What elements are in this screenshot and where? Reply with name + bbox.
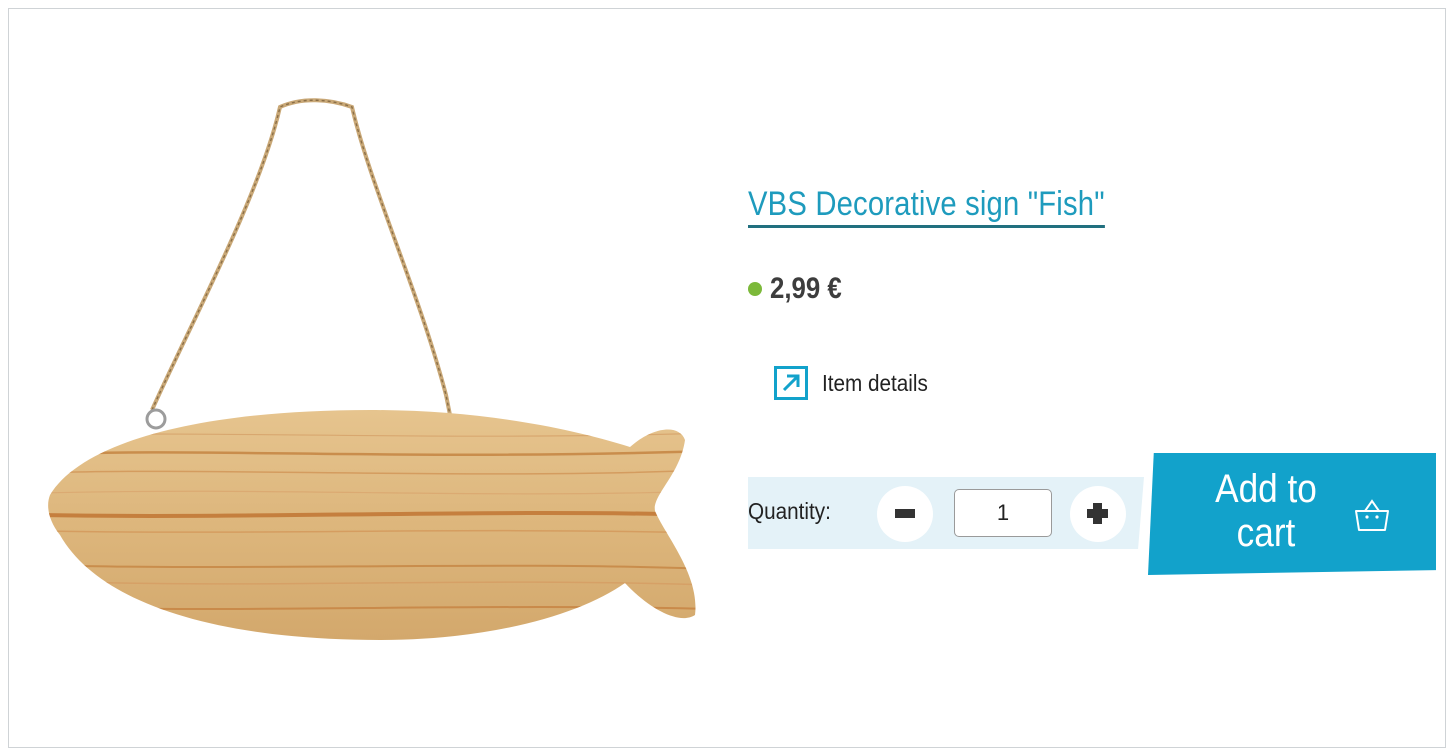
add-to-cart-line2: cart: [1236, 511, 1296, 555]
item-details-label: Item details: [822, 369, 928, 396]
availability-dot-icon: [748, 282, 762, 296]
quantity-input[interactable]: [954, 489, 1052, 537]
jute-cord: [150, 98, 454, 426]
basket-icon: [1355, 499, 1389, 531]
item-details-link[interactable]: Item details: [774, 366, 940, 400]
product-title-link[interactable]: VBS Decorative sign "Fish": [748, 184, 1105, 228]
plus-icon: [1087, 503, 1108, 524]
add-to-cart-label: Add to cart: [1206, 467, 1326, 555]
product-image[interactable]: [40, 95, 710, 655]
external-arrow-icon: [774, 366, 808, 400]
minus-icon: [895, 509, 915, 518]
price-row: 2,99 €: [748, 272, 853, 306]
add-to-cart-line1: Add to: [1215, 467, 1317, 511]
quantity-increase-button[interactable]: [1070, 486, 1126, 542]
quantity-decrease-button[interactable]: [877, 486, 933, 542]
product-price: 2,99 €: [770, 272, 842, 305]
add-to-cart-button[interactable]: Add to cart: [1148, 453, 1436, 575]
quantity-label: Quantity:: [748, 498, 831, 524]
